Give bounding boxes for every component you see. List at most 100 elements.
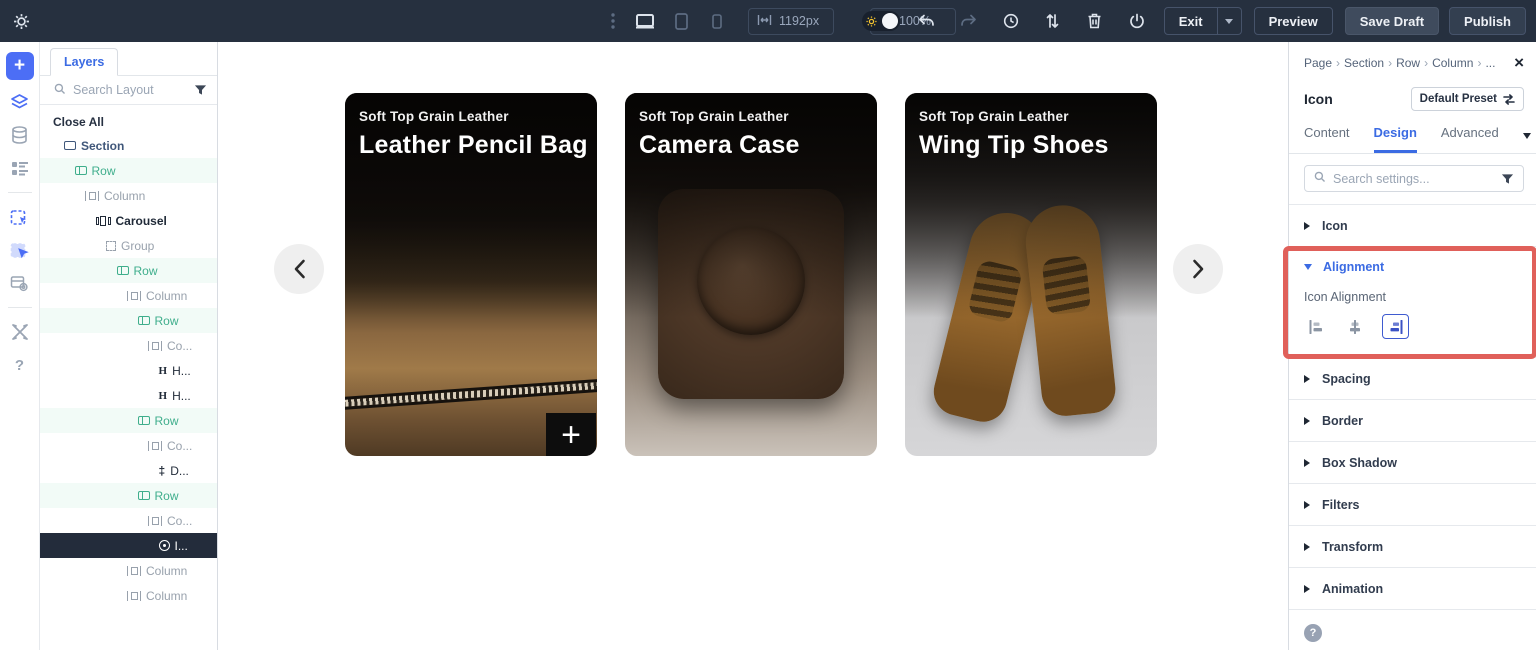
- canvas-width-input[interactable]: 1192px: [748, 8, 834, 35]
- section-box-shadow[interactable]: Box Shadow: [1289, 442, 1536, 484]
- layers-panel: Layers Search Layout Close All Section Ro…: [40, 42, 218, 650]
- preview-button[interactable]: Preview: [1254, 7, 1333, 35]
- blocks-icon[interactable]: [9, 157, 31, 179]
- layer-item-column[interactable]: Co...: [40, 508, 217, 533]
- layer-item-heading[interactable]: HH...: [40, 358, 217, 383]
- panel-help-icon[interactable]: ?: [1304, 624, 1322, 642]
- default-preset-button[interactable]: Default Preset: [1411, 87, 1524, 111]
- breadcrumb-item[interactable]: Column: [1432, 56, 1473, 70]
- caret-right-icon: [1304, 543, 1310, 551]
- layer-item-label: Column: [146, 564, 187, 578]
- align-right-button[interactable]: [1382, 314, 1409, 339]
- accordion-header[interactable]: Alignment: [1304, 260, 1521, 274]
- product-card[interactable]: Soft Top Grain LeatherWing Tip Shoes: [905, 93, 1157, 456]
- layer-item-heading[interactable]: HH...: [40, 383, 217, 408]
- redo-icon[interactable]: [956, 8, 982, 34]
- breadcrumb-item[interactable]: Page: [1304, 56, 1332, 70]
- layer-item-column[interactable]: Column: [40, 183, 217, 208]
- undo-icon[interactable]: [914, 8, 940, 34]
- layers-icon[interactable]: [9, 91, 31, 113]
- sort-arrows-icon[interactable]: [1040, 8, 1066, 34]
- tablet-view-icon[interactable]: [668, 8, 694, 34]
- layer-item-carousel[interactable]: Carousel: [40, 208, 217, 233]
- breadcrumb-separator: ›: [1388, 56, 1392, 70]
- breadcrumb-item[interactable]: ...: [1485, 56, 1495, 70]
- layer-item-column[interactable]: Co...: [40, 333, 217, 358]
- layer-item-column[interactable]: Column: [40, 583, 217, 608]
- section-icon[interactable]: Icon: [1289, 205, 1536, 247]
- exit-button[interactable]: Exit: [1164, 7, 1218, 35]
- desktop-view-icon[interactable]: [632, 8, 658, 34]
- layer-item-row[interactable]: Row: [40, 158, 217, 183]
- section-filters[interactable]: Filters: [1289, 484, 1536, 526]
- components-icon[interactable]: [9, 272, 31, 294]
- caret-right-icon: [1304, 459, 1310, 467]
- group-layer-icon: [106, 241, 116, 251]
- layer-item-column[interactable]: Co...: [40, 433, 217, 458]
- layer-item-label: D...: [170, 464, 189, 478]
- product-card[interactable]: Soft Top Grain LeatherLeather Pencil Bag…: [345, 93, 597, 456]
- tools-icon[interactable]: [9, 321, 31, 343]
- trash-icon[interactable]: [1082, 8, 1108, 34]
- publish-button[interactable]: Publish: [1449, 7, 1526, 35]
- search-icon: [1314, 171, 1326, 186]
- save-draft-button[interactable]: Save Draft: [1345, 7, 1439, 35]
- section-border[interactable]: Border: [1289, 400, 1536, 442]
- phone-view-icon[interactable]: [704, 8, 730, 34]
- layer-item-group[interactable]: Group: [40, 233, 217, 258]
- align-center-button[interactable]: [1343, 316, 1367, 338]
- element-title: Icon: [1304, 91, 1333, 107]
- add-module-button[interactable]: +: [546, 413, 596, 456]
- layer-item-icon[interactable]: I...: [40, 533, 217, 558]
- settings-search-placeholder: Search settings...: [1333, 172, 1494, 186]
- filter-funnel-icon[interactable]: [194, 84, 207, 96]
- exit-caret[interactable]: [1218, 7, 1242, 35]
- kebab-menu-icon[interactable]: [600, 8, 626, 34]
- carousel-prev-button[interactable]: [274, 244, 324, 294]
- theme-toggle[interactable]: [862, 11, 900, 31]
- close-all-button[interactable]: Close All: [40, 105, 217, 133]
- breadcrumb-item[interactable]: Section: [1344, 56, 1384, 70]
- layer-item-row[interactable]: Row: [40, 258, 217, 283]
- section-spacing[interactable]: Spacing: [1289, 358, 1536, 400]
- device-switcher: [632, 8, 730, 34]
- section-transform[interactable]: Transform: [1289, 526, 1536, 568]
- section-animation[interactable]: Animation: [1289, 568, 1536, 610]
- settings-gear-icon[interactable]: [8, 8, 34, 34]
- align-left-button[interactable]: [1304, 316, 1328, 338]
- breadcrumb-item[interactable]: Row: [1396, 56, 1420, 70]
- layer-item-column[interactable]: Column: [40, 558, 217, 583]
- power-icon[interactable]: [1124, 8, 1150, 34]
- layers-tree: SectionRowColumnCarouselGroupRowColumnRo…: [40, 133, 217, 650]
- database-icon[interactable]: [9, 124, 31, 146]
- history-icon[interactable]: [998, 8, 1024, 34]
- tab-design[interactable]: Design: [1374, 125, 1417, 153]
- layer-item-divider[interactable]: ‡D...: [40, 458, 217, 483]
- layer-item-column[interactable]: Column: [40, 283, 217, 308]
- close-icon[interactable]: ×: [1514, 54, 1524, 71]
- carousel-next-button[interactable]: [1173, 244, 1223, 294]
- layer-item-label: Row: [92, 164, 116, 178]
- settings-search-input[interactable]: Search settings...: [1304, 165, 1524, 192]
- layer-item-label: Co...: [167, 514, 192, 528]
- layer-item-label: Column: [146, 589, 187, 603]
- layout-search-input[interactable]: Search Layout: [40, 76, 217, 105]
- help-icon[interactable]: ?: [9, 354, 31, 376]
- add-element-button[interactable]: +: [6, 52, 34, 80]
- layer-item-row[interactable]: Row: [40, 483, 217, 508]
- layer-item-label: H...: [172, 364, 191, 378]
- layer-item-section[interactable]: Section: [40, 133, 217, 158]
- product-card[interactable]: Soft Top Grain LeatherCamera Case: [625, 93, 877, 456]
- layer-item-row[interactable]: Row: [40, 308, 217, 333]
- layer-item-label: Row: [155, 489, 179, 503]
- paste-block-icon[interactable]: [9, 239, 31, 261]
- sun-icon: [866, 16, 877, 27]
- layer-item-row[interactable]: Row: [40, 408, 217, 433]
- card-subtitle: Soft Top Grain Leather: [359, 109, 588, 124]
- tab-content[interactable]: Content: [1304, 125, 1350, 153]
- insert-block-icon[interactable]: [9, 206, 31, 228]
- chevron-down-icon[interactable]: [1523, 133, 1531, 139]
- filter-funnel-icon[interactable]: [1501, 173, 1514, 185]
- tab-advanced[interactable]: Advanced: [1441, 125, 1499, 153]
- tab-layers[interactable]: Layers: [50, 48, 118, 76]
